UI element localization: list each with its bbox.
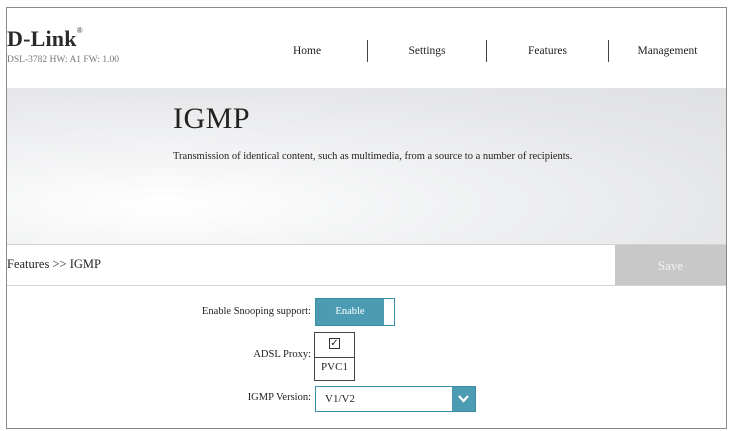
igmp-version-value: V1/V2 xyxy=(325,393,355,405)
igmp-version-select[interactable]: V1/V2 xyxy=(315,386,476,412)
toggle-enable-label: Enable xyxy=(316,299,384,325)
app-window: D-Link® DSL-3782 HW: A1 FW: 1.00 Home Se… xyxy=(6,7,727,429)
nav-home[interactable]: Home xyxy=(247,40,367,62)
save-button[interactable]: Save xyxy=(615,245,726,285)
header: D-Link® DSL-3782 HW: A1 FW: 1.00 Home Se… xyxy=(7,8,726,88)
breadcrumb: Features >> IGMP xyxy=(7,257,101,271)
nav-features[interactable]: Features xyxy=(487,40,608,62)
pvc-label: PVC1 xyxy=(321,361,348,373)
chevron-down-icon xyxy=(458,395,469,403)
adsl-proxy-checkbox[interactable]: ✓ xyxy=(329,338,340,349)
nav-management[interactable]: Management xyxy=(609,40,726,62)
breadcrumb-bar: Features >> IGMP Save xyxy=(7,245,726,286)
dlink-logo: D-Link® xyxy=(7,26,83,51)
adsl-proxy-label: ADSL Proxy: xyxy=(253,349,311,360)
dropdown-button[interactable] xyxy=(452,387,475,411)
checkmark-icon: ✓ xyxy=(330,338,339,349)
page-title: IGMP xyxy=(173,102,251,135)
snooping-label: Enable Snooping support: xyxy=(201,306,311,317)
igmp-version-label: IGMP Version: xyxy=(247,392,311,403)
nav-settings[interactable]: Settings xyxy=(368,40,486,62)
snooping-toggle[interactable]: Enable xyxy=(315,298,395,326)
adsl-proxy-table: ✓ PVC1 xyxy=(314,332,355,381)
divider xyxy=(315,357,354,358)
top-nav: Home Settings Features Management xyxy=(247,40,726,62)
model-info: DSL-3782 HW: A1 FW: 1.00 xyxy=(7,55,119,65)
page-description: Transmission of identical content, such … xyxy=(173,151,573,162)
page-banner: IGMP Transmission of identical content, … xyxy=(7,88,726,245)
